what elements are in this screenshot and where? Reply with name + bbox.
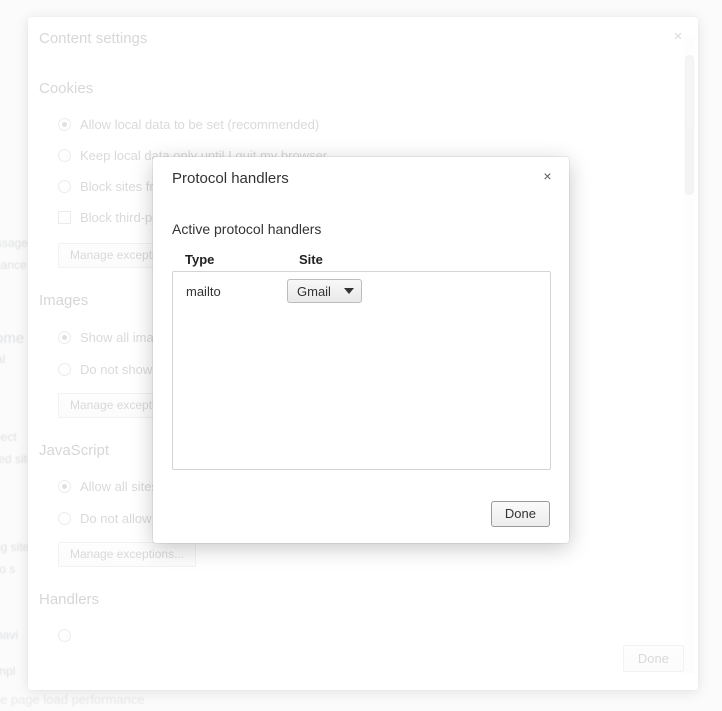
protocol-handlers-modal: Protocol handlers × Active protocol hand… bbox=[153, 157, 569, 543]
modal-done-button[interactable]: Done bbox=[491, 501, 550, 527]
scrollbar-thumb[interactable] bbox=[685, 55, 694, 195]
page-bg-text: hance bbox=[0, 258, 27, 272]
page-bg-text: e page load performance bbox=[0, 692, 145, 707]
handler-site-cell: Gmail bbox=[287, 279, 550, 303]
radio-icon[interactable] bbox=[58, 331, 71, 344]
option-handlers[interactable] bbox=[58, 629, 80, 642]
handlers-list: mailto Gmail bbox=[172, 271, 551, 470]
close-icon[interactable]: × bbox=[539, 168, 556, 185]
radio-icon[interactable] bbox=[58, 363, 71, 376]
handler-site-dropdown[interactable]: Gmail bbox=[287, 279, 362, 303]
radio-icon[interactable] bbox=[58, 118, 71, 131]
column-header-site: Site bbox=[299, 252, 323, 267]
handler-type-cell: mailto bbox=[173, 284, 287, 299]
page-bg-text: al bbox=[0, 352, 5, 366]
option-cookies-allow[interactable]: Allow local data to be set (recommended) bbox=[58, 117, 319, 132]
section-heading-javascript: JavaScript bbox=[39, 442, 109, 459]
section-heading-images: Images bbox=[39, 292, 88, 309]
page-bg-text: havi bbox=[0, 628, 18, 642]
radio-icon[interactable] bbox=[58, 629, 71, 642]
page-bg-text: eect bbox=[0, 430, 17, 444]
table-row[interactable]: mailto Gmail bbox=[173, 276, 550, 306]
radio-icon[interactable] bbox=[58, 149, 71, 162]
modal-title: Protocol handlers bbox=[172, 170, 289, 187]
page-bg-text: mpl bbox=[0, 664, 15, 678]
checkbox-icon[interactable] bbox=[58, 211, 71, 224]
page-bg-text: ng site bbox=[0, 540, 29, 554]
section-heading-handlers: Handlers bbox=[39, 591, 99, 608]
radio-icon[interactable] bbox=[58, 512, 71, 525]
option-label: Allow local data to be set (recommended) bbox=[80, 117, 319, 132]
radio-icon[interactable] bbox=[58, 480, 71, 493]
radio-icon[interactable] bbox=[58, 180, 71, 193]
column-header-type: Type bbox=[185, 252, 214, 267]
chevron-down-icon bbox=[344, 288, 354, 294]
content-settings-done-button[interactable]: Done bbox=[623, 645, 684, 672]
section-heading-cookies: Cookies bbox=[39, 80, 93, 97]
active-handlers-subtitle: Active protocol handlers bbox=[172, 221, 321, 237]
page-bg-text: ome bbox=[0, 330, 24, 347]
handler-site-value: Gmail bbox=[297, 284, 331, 299]
page-bg-text: to s bbox=[0, 562, 15, 576]
manage-exceptions-button-javascript[interactable]: Manage exceptions... bbox=[58, 542, 196, 567]
content-settings-title: Content settings bbox=[39, 30, 147, 47]
